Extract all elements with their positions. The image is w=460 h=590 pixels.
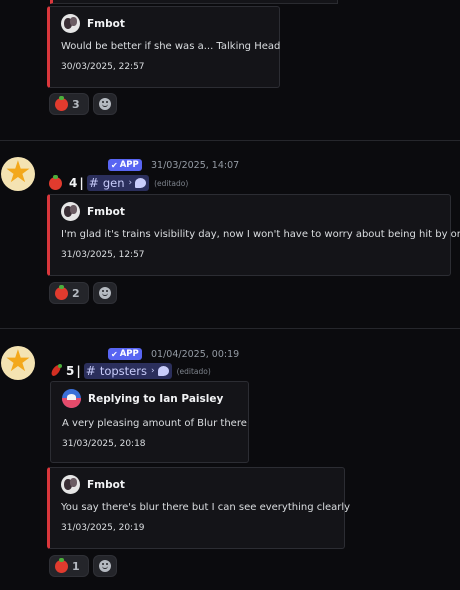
reaction-count: 2 [72, 286, 80, 300]
tomato-reaction[interactable]: 3 [49, 93, 89, 115]
embed-author: Replying to Ian Paisley [62, 389, 223, 408]
tomato-icon [55, 557, 68, 573]
fmbot-embed: Fmbot You say there's blur there but I c… [47, 467, 350, 549]
fmbot-embed: Fmbot Would be better if she was a... Ta… [47, 6, 280, 88]
add-reaction-button[interactable] [93, 555, 117, 577]
username[interactable] [50, 158, 104, 170]
fmbot-avatar [61, 475, 80, 494]
app-badge: ✔ APP [108, 159, 142, 171]
channel-name: topsters [99, 364, 147, 378]
message-timestamp: 31/03/2025, 14:07 [151, 160, 240, 171]
message-timestamp: 01/04/2025, 00:19 [151, 349, 240, 360]
check-icon: ✔ [111, 349, 118, 359]
star-icon: ★ [4, 155, 32, 190]
embed-text: A very pleasing amount of Blur there [62, 418, 247, 429]
message-divider [0, 328, 460, 329]
embed-timestamp: 31/03/2025, 12:57 [61, 250, 145, 260]
thread-bubble-icon [135, 178, 147, 188]
channel-hash-icon: # [85, 364, 96, 378]
score: 5 [66, 364, 75, 378]
embed-author: Fmbot [61, 202, 125, 221]
embed-timestamp: 31/03/2025, 20:19 [61, 523, 145, 533]
channel-hash-icon: # [88, 176, 99, 190]
bot-avatar[interactable]: ★ [1, 157, 35, 191]
chevron-right-icon: › [128, 178, 133, 188]
tomato-icon [55, 284, 68, 300]
embed-author: Fmbot [61, 475, 125, 494]
add-reaction-icon [99, 98, 111, 110]
channel-mention[interactable]: # topsters › [83, 363, 172, 379]
tomato-icon [49, 174, 62, 190]
edited-label: (editado) [176, 366, 211, 376]
fmbot-embed: Fmbot I'm glad it's trains visibility da… [47, 194, 460, 276]
thread-bubble-icon [157, 366, 169, 376]
add-reaction-icon [99, 560, 111, 572]
message-content-line: 5 | # topsters › (editado) [49, 363, 211, 379]
embed-text: You say there's blur there but I can see… [61, 502, 351, 513]
reaction-count: 1 [72, 559, 80, 573]
reply-embed: Replying to Ian Paisley A very pleasing … [50, 381, 249, 463]
bot-avatar[interactable]: ★ [1, 346, 35, 380]
star-icon: ★ [4, 344, 32, 379]
message-content-line: 4 | # gen › (editado) [49, 174, 189, 191]
fmbot-avatar [61, 202, 80, 221]
chevron-right-icon: › [150, 366, 155, 376]
check-icon: ✔ [111, 160, 118, 170]
embed-author: Fmbot [61, 14, 125, 33]
app-badge: ✔ APP [108, 348, 142, 360]
tomato-icon [55, 95, 68, 111]
embed-author-name: Fmbot [87, 17, 125, 30]
embed-text: I'm glad it's trains visibility day, now… [61, 229, 460, 240]
score: 4 [69, 176, 78, 190]
embed-timestamp: 30/03/2025, 22:57 [61, 62, 145, 72]
add-reaction-button[interactable] [93, 93, 117, 115]
edited-label: (editado) [154, 178, 189, 188]
embed-author-name: Fmbot [87, 478, 125, 491]
previous-embed-edge [50, 0, 338, 4]
tomato-reaction[interactable]: 1 [49, 555, 89, 577]
embed-author-name: Replying to Ian Paisley [88, 392, 224, 405]
username[interactable] [50, 347, 104, 359]
user-avatar [62, 389, 81, 408]
separator: | [79, 176, 84, 190]
tomato-reaction[interactable]: 2 [49, 282, 89, 304]
embed-timestamp: 31/03/2025, 20:18 [62, 439, 146, 449]
channel-name: gen [102, 176, 125, 190]
reaction-count: 3 [72, 97, 80, 111]
add-reaction-button[interactable] [93, 282, 117, 304]
chili-pepper-icon [49, 364, 63, 378]
fmbot-avatar [61, 14, 80, 33]
add-reaction-icon [99, 287, 111, 299]
separator: | [76, 364, 81, 378]
embed-author-name: Fmbot [87, 205, 125, 218]
embed-text: Would be better if she was a... Talking … [61, 41, 281, 52]
message-divider [0, 140, 460, 141]
channel-mention[interactable]: # gen › [86, 175, 150, 191]
